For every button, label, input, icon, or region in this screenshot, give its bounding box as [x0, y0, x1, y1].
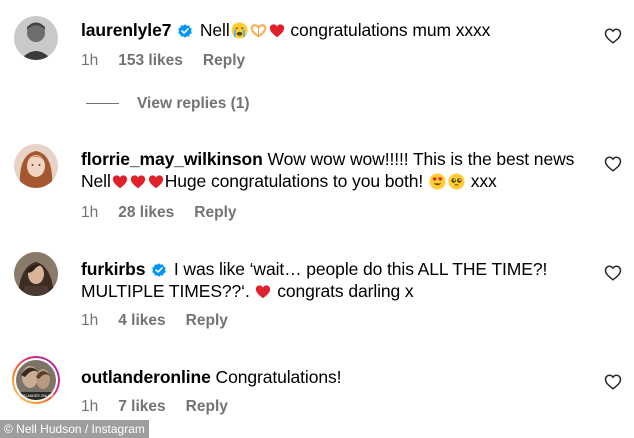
- likes-count[interactable]: 4 likes: [118, 312, 165, 329]
- heart-hands-icon: [250, 22, 267, 44]
- comment-text: furkirbs I was like ‘wait… people do thi…: [81, 258, 591, 305]
- like-heart-icon[interactable]: [604, 373, 622, 391]
- avatar[interactable]: [14, 144, 58, 188]
- red-heart-icon: [255, 283, 271, 305]
- likes-count[interactable]: 28 likes: [118, 204, 174, 221]
- like-heart-icon[interactable]: [604, 264, 622, 282]
- reply-button[interactable]: Reply: [186, 312, 228, 329]
- timestamp: 1h: [81, 204, 99, 221]
- replies-divider: [86, 103, 119, 105]
- red-heart-icon: [269, 22, 285, 44]
- reply-button[interactable]: Reply: [194, 204, 236, 221]
- timestamp: 1h: [81, 52, 99, 69]
- view-replies-label: View replies (1): [137, 95, 250, 112]
- likes-count[interactable]: 153 likes: [118, 52, 183, 69]
- verified-badge-icon: [152, 263, 166, 277]
- red-heart-icon: [148, 173, 164, 195]
- comment-text: laurenlyle7 Nell congratulations mum xxx…: [81, 19, 591, 44]
- comment-meta: 1h 7 likes Reply: [81, 398, 248, 416]
- sobbing-face-icon: [231, 22, 248, 44]
- comment-text: florrie_may_wilkinson Wow wow wow!!!!! T…: [81, 148, 591, 195]
- comment-body: Congratulations!: [215, 367, 342, 387]
- comment-body: Nell: [199, 20, 230, 40]
- reply-button[interactable]: Reply: [186, 398, 228, 415]
- pleading-face-icon: [448, 173, 465, 195]
- comment-text: outlanderonline Congratulations!: [81, 366, 591, 388]
- instagram-comments-screen: laurenlyle7 Nell congratulations mum xxx…: [0, 0, 634, 438]
- verified-badge-icon: [178, 24, 192, 38]
- like-heart-icon[interactable]: [604, 155, 622, 173]
- heart-eyes-face-icon: [429, 173, 446, 195]
- username[interactable]: laurenlyle7: [81, 20, 171, 40]
- comment-body-continued: Huge congratulations to you both!: [164, 171, 424, 191]
- username[interactable]: florrie_may_wilkinson: [81, 149, 263, 169]
- likes-count[interactable]: 7 likes: [118, 398, 165, 415]
- username[interactable]: furkirbs: [81, 259, 145, 279]
- red-heart-icon: [112, 173, 128, 195]
- photo-credit: © Nell Hudson / Instagram: [0, 420, 149, 438]
- comment-meta: 1h 28 likes Reply: [81, 204, 257, 222]
- username[interactable]: outlanderonline: [81, 367, 211, 387]
- comment-meta: 1h 4 likes Reply: [81, 312, 248, 330]
- avatar[interactable]: [14, 16, 58, 60]
- red-heart-icon: [130, 173, 146, 195]
- comment-meta: 1h 153 likes Reply: [81, 52, 265, 70]
- comment-body-end: xxx: [470, 171, 497, 191]
- avatar[interactable]: [14, 252, 58, 296]
- reply-button[interactable]: Reply: [203, 52, 245, 69]
- like-heart-icon[interactable]: [604, 27, 622, 45]
- comment-body-continued: congratulations mum xxxx: [290, 20, 491, 40]
- view-replies-button[interactable]: View replies (1): [86, 95, 250, 113]
- avatar-caption: OUTLANDER ONLINE: [18, 394, 54, 398]
- timestamp: 1h: [81, 312, 99, 329]
- comment-body-continued: congrats darling x: [277, 281, 414, 301]
- timestamp: 1h: [81, 398, 99, 415]
- avatar[interactable]: OUTLANDER ONLINE: [11, 355, 61, 405]
